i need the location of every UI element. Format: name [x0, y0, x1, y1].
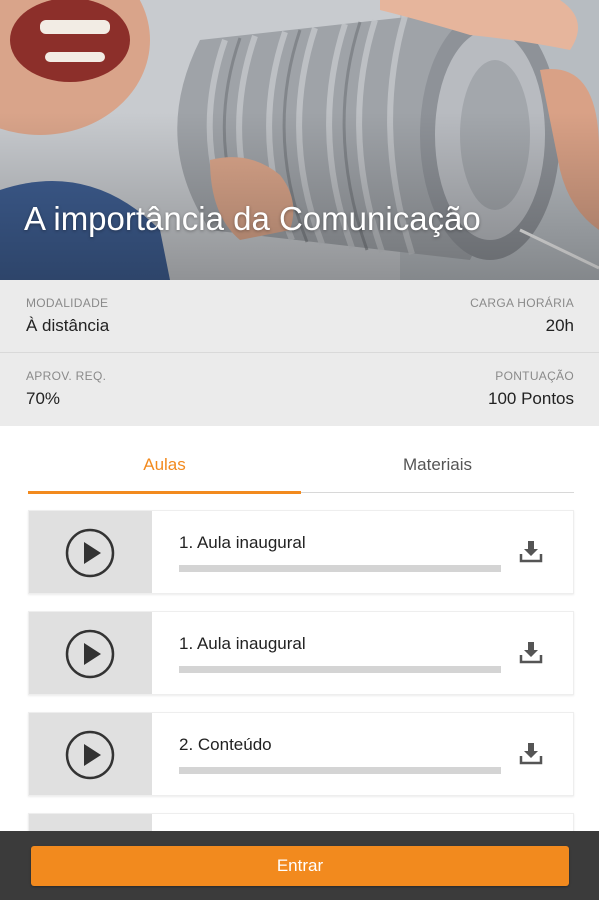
download-icon[interactable] — [517, 537, 545, 565]
carga-horaria-value: 20h — [545, 316, 574, 335]
lesson-title: 1. Aula inaugural — [179, 533, 306, 552]
lesson-thumbnail — [29, 612, 152, 694]
bottom-action-bar: Entrar — [0, 831, 599, 900]
carga-horaria-label: CARGA HORÁRIA — [470, 296, 574, 310]
enter-button[interactable]: Entrar — [31, 846, 569, 886]
content-tabs: Aulas Materiais — [28, 443, 574, 494]
course-hero-banner: A importância da Comunicação — [0, 0, 599, 280]
lesson-progress-bar — [179, 767, 501, 774]
modalidade-cell: MODALIDADE À distância — [26, 296, 109, 336]
aprovacao-value: 70% — [26, 389, 61, 408]
lesson-progress-bar — [179, 666, 501, 673]
play-icon[interactable] — [65, 730, 115, 780]
modalidade-value: À distância — [26, 316, 110, 335]
info-row: APROV. REQ. 70% PONTUAÇÃO 100 Pontos — [0, 353, 599, 426]
hero-overlay — [0, 0, 599, 280]
pontuacao-cell: PONTUAÇÃO 100 Pontos — [488, 369, 574, 409]
carga-horaria-cell: CARGA HORÁRIA 20h — [470, 296, 574, 336]
lesson-thumbnail — [29, 713, 152, 795]
course-info-panel: MODALIDADE À distância CARGA HORÁRIA 20h… — [0, 280, 599, 426]
info-row: MODALIDADE À distância CARGA HORÁRIA 20h — [0, 280, 599, 353]
lesson-title: 2. Conteúdo — [179, 735, 272, 754]
lesson-title: 1. Aula inaugural — [179, 634, 306, 653]
course-title: A importância da Comunicação — [24, 200, 481, 237]
play-icon[interactable] — [65, 629, 115, 679]
tab-materiais[interactable]: Materiais — [301, 443, 574, 493]
aprovacao-label: APROV. REQ. — [26, 369, 107, 383]
pontuacao-label: PONTUAÇÃO — [495, 369, 574, 383]
aprovacao-cell: APROV. REQ. 70% — [26, 369, 106, 409]
lesson-progress-bar — [179, 565, 501, 572]
tab-aulas[interactable]: Aulas — [28, 443, 301, 493]
list-item[interactable]: 1. Aula inaugural — [28, 611, 574, 695]
list-item[interactable]: 2. Conteúdo — [28, 712, 574, 796]
tab-selected-indicator — [28, 491, 301, 494]
download-icon[interactable] — [517, 638, 545, 666]
lesson-thumbnail — [29, 511, 152, 593]
download-icon[interactable] — [517, 739, 545, 767]
play-icon[interactable] — [65, 528, 115, 578]
pontuacao-value: 100 Pontos — [487, 389, 574, 408]
modalidade-label: MODALIDADE — [26, 296, 109, 310]
list-item[interactable]: 1. Aula inaugural — [28, 510, 574, 594]
